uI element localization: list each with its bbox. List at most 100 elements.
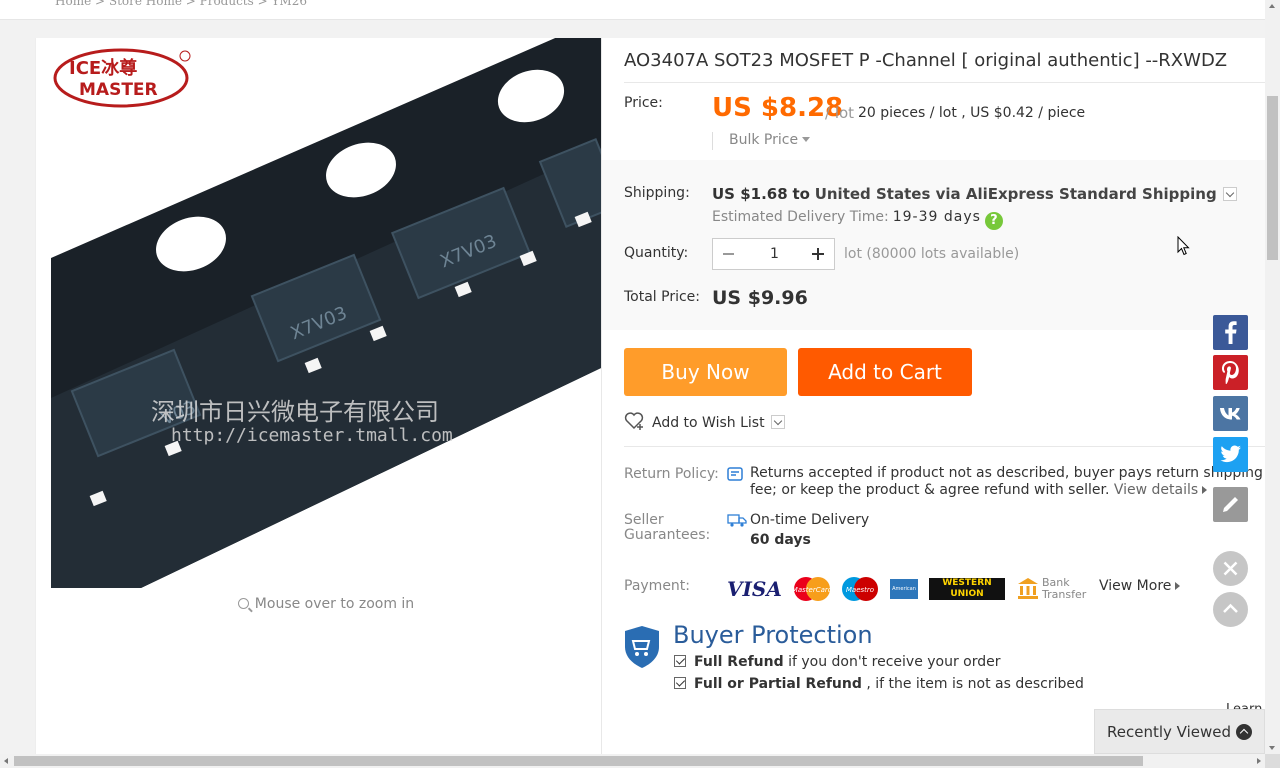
zoom-hint-text: Mouse over to zoom in [254,596,415,612]
magnifier-icon [237,598,249,609]
protection-row-2-text: , if the item is not as described [861,676,1084,692]
heart-icon [624,412,644,430]
bank-line-2: Transfer [1042,588,1087,601]
twitter-icon [1220,445,1241,463]
quantity-available: lot (80000 lots available) [844,246,1020,262]
horizontal-scroll-thumb[interactable] [14,756,1143,766]
shipping-info[interactable]: US $1.68 to United States via AliExpress… [712,185,1237,203]
title-divider [624,82,1265,83]
quantity-label: Quantity: [624,245,689,261]
caret-right-icon [1175,582,1181,590]
vertical-scroll-thumb[interactable] [1267,96,1278,260]
quantity-input[interactable]: 1 [745,239,804,269]
horizontal-scrollbar[interactable] [0,754,1265,768]
product-image[interactable]: X7V03 X7V03 V03 ICE冰尊 MASTER 深圳市日兴微电子有限公… [51,38,601,588]
mastercard-text: MasterCard [793,586,831,594]
pinterest-share-button[interactable] [1213,355,1248,390]
watermark-chinese: 深圳市日兴微电子有限公司 [151,398,439,426]
pinterest-icon [1222,361,1239,384]
breadcrumb-sep: > [181,0,200,8]
scroll-left-arrow-icon[interactable] [4,758,8,764]
help-icon[interactable]: ? [984,212,1003,230]
scroll-down-arrow-icon[interactable] [1269,746,1275,750]
buyer-protection-title: Buyer Protection [673,621,873,649]
maestro-text: Maestro [846,586,874,594]
facebook-share-button[interactable] [1213,315,1248,350]
buy-now-button[interactable]: Buy Now [624,348,787,396]
product-title: AO3407A SOT23 MOSFET P -Channel [ origin… [624,50,1228,71]
protection-row-1: Full Refund if you don't receive your or… [674,654,1001,670]
western-union-logo: WESTERN UNION [929,578,1005,600]
shipping-label: Shipping: [624,185,690,201]
mouse-cursor-icon [1177,236,1190,256]
price-label: Price: [624,95,663,111]
zoom-hint: Mouse over to zoom in [51,596,601,612]
close-share-button[interactable] [1213,551,1248,586]
wu-line-1: WESTERN [942,578,992,588]
vk-icon [1220,408,1241,420]
total-price-value: US $9.96 [712,287,808,309]
plus-icon[interactable] [802,239,834,269]
recently-viewed-panel[interactable]: Recently Viewed [1094,709,1265,754]
breadcrumb-store-home[interactable]: Store Home [109,0,182,8]
back-to-top-button[interactable] [1213,592,1248,627]
shipping-to: to [792,185,810,203]
bulk-price-toggle[interactable]: Bulk Price [712,132,811,150]
payment-label: Payment: [624,578,691,594]
guarantee-days: 60 days [750,532,811,548]
bulk-price-label: Bulk Price [729,132,799,148]
view-more-label: View More [1099,578,1172,594]
logo-text-2: MASTER [79,80,158,100]
chevron-up-icon [1236,724,1252,740]
view-details-label: View details [1113,482,1199,498]
view-details-link[interactable]: View details [1113,482,1208,498]
shipping-dropdown-icon[interactable] [1222,187,1237,201]
truck-icon [727,514,747,527]
shipping-destination: United States via AliExpress Standard Sh… [814,185,1217,203]
return-policy-text: Returns accepted if product not as descr… [750,465,1280,499]
estimated-delivery-value: 19-39 days [892,209,981,225]
view-more-payment-link[interactable]: View More [1099,578,1181,594]
estimated-delivery-label: Estimated Delivery Time: [712,209,889,225]
protection-row-1-bold: Full Refund [694,654,784,670]
facebook-icon [1225,321,1237,344]
twitter-share-button[interactable] [1213,437,1248,472]
watermark-url: http://icemaster.tmall.com [171,425,453,446]
breadcrumb-home[interactable]: Home [55,0,91,8]
shield-icon [625,626,659,668]
quantity-stepper: 1 [712,238,835,270]
scroll-right-arrow-icon[interactable] [1257,758,1261,764]
bank-icon [1018,578,1038,599]
chevron-up-icon [1223,603,1238,613]
edit-feedback-button[interactable] [1213,487,1248,522]
add-to-cart-button[interactable]: Add to Cart [798,348,972,396]
wish-list-label: Add to Wish List [652,415,765,431]
scrollbar-corner [1265,754,1280,768]
scroll-up-arrow-icon[interactable] [1269,4,1275,8]
protection-row-2-bold: Full or Partial Refund [694,676,862,692]
pencil-icon [1223,497,1238,512]
vk-share-button[interactable] [1213,396,1248,431]
breadcrumb-current[interactable]: YM26 [271,0,306,8]
close-icon [1223,561,1238,576]
seller-guarantees-label: Seller Guarantees: [624,512,711,543]
price-unit: / lot [825,104,855,122]
guarantee-item: On-time Delivery [750,512,870,528]
add-to-wish-list[interactable]: Add to Wish List [624,411,785,431]
total-price-label: Total Price: [624,289,701,305]
estimated-delivery: Estimated Delivery Time: 19-39 days? [712,209,1003,230]
vertical-scrollbar[interactable] [1265,0,1280,754]
logo-text-1: ICE冰尊 [69,57,137,79]
caret-down-icon [802,137,811,142]
vertical-divider [601,38,602,768]
breadcrumb-sep: > [91,0,109,8]
return-policy-label: Return Policy: [624,466,719,482]
breadcrumb-products[interactable]: Products [200,0,254,8]
minus-icon[interactable] [713,239,745,269]
mastercard-logo: MasterCard [793,577,831,601]
section-divider [624,446,1265,447]
top-bar: Home > Store Home > Products > YM26 [0,0,1265,20]
price-detail: 20 pieces / lot , US $0.42 / piece [858,105,1086,121]
price-amount: US $8.28 [712,93,844,123]
wish-list-dropdown-icon[interactable] [770,415,785,429]
